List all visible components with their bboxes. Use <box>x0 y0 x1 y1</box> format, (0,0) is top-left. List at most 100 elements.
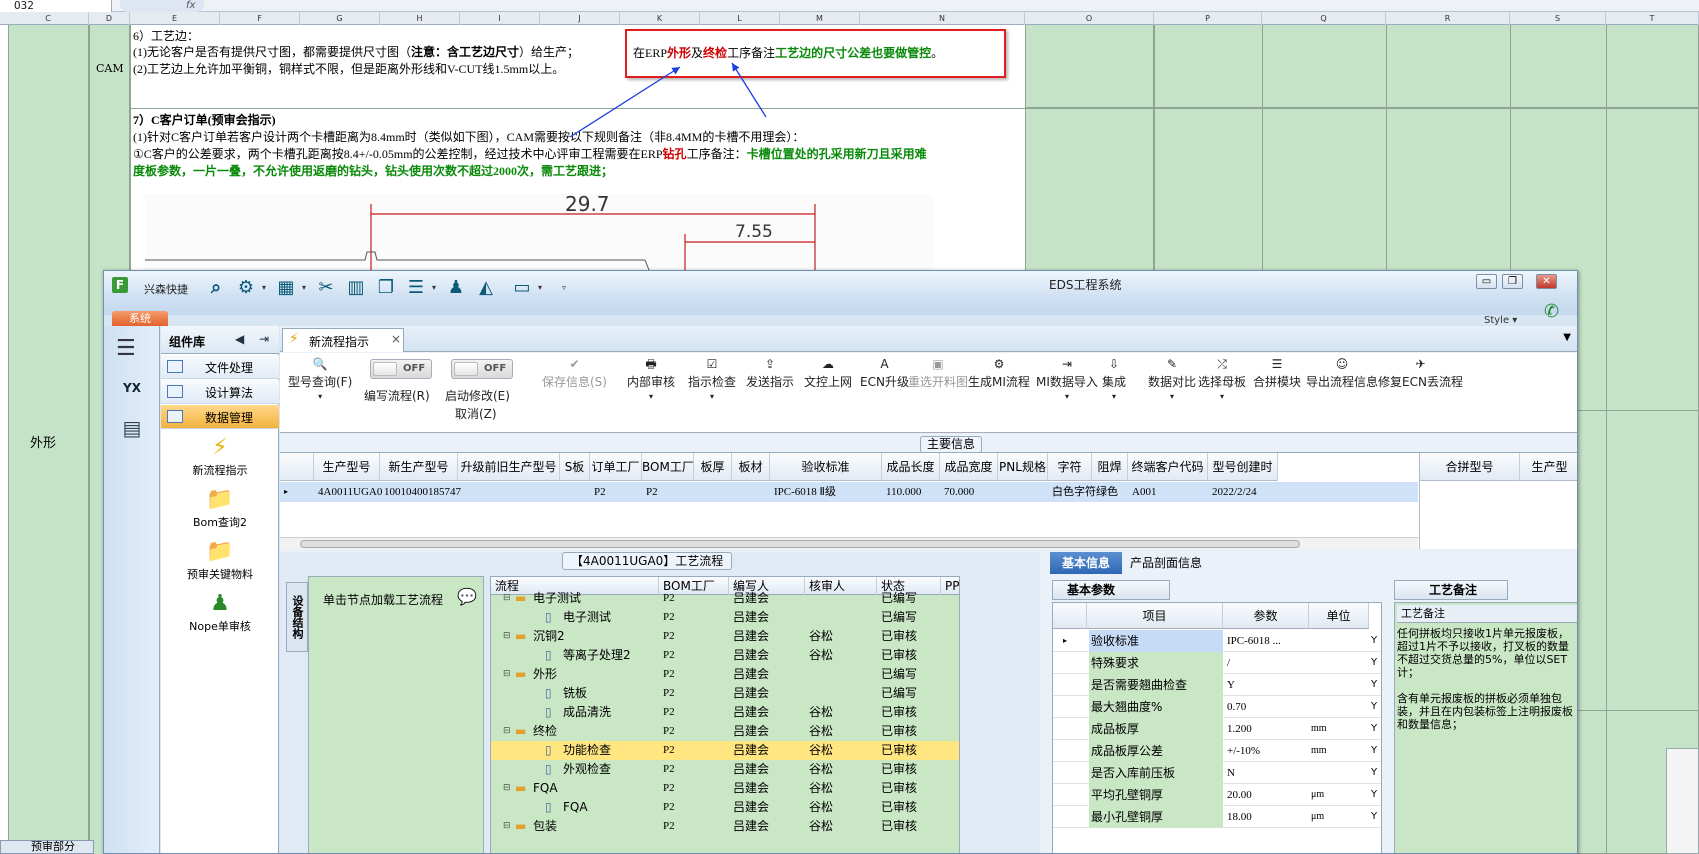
grid-cell[interactable]: 2022/2/24 <box>1208 482 1278 502</box>
search-icon[interactable]: ⌕ <box>204 277 228 299</box>
param-value[interactable]: / <box>1225 652 1305 674</box>
factory-logo-icon[interactable]: YX <box>116 372 148 404</box>
customize-icon[interactable]: ▿ <box>562 283 566 292</box>
column-letter[interactable]: O <box>1025 12 1154 25</box>
param-column-header[interactable]: 单位 <box>1309 603 1369 629</box>
toggle-switch[interactable]: OFF <box>451 359 513 379</box>
calculator-icon[interactable]: ▤ <box>116 412 148 444</box>
ribbon-button[interactable]: ⇥ MI数据导入 ▾ <box>1036 357 1098 401</box>
expand-toggle-icon[interactable]: ⊟ <box>503 722 511 741</box>
column-letter[interactable]: N <box>860 12 1025 25</box>
grid-column-header[interactable]: 终端客户代码 <box>1128 453 1208 481</box>
expand-toggle-icon[interactable]: ⊟ <box>503 817 511 836</box>
component-item-file[interactable]: 文件处理 <box>161 355 279 379</box>
param-value[interactable]: 20.00 <box>1225 784 1305 806</box>
grid-column-header[interactable]: 成品长度 <box>882 453 940 481</box>
grid-column-header[interactable]: 成品宽度 <box>940 453 998 481</box>
user-icon[interactable]: ♟ <box>444 277 468 299</box>
grid-column-header[interactable]: 订单工厂 <box>590 453 642 481</box>
ribbon-button[interactable]: ☁ 文控上网 <box>804 357 852 390</box>
grid-column-header[interactable]: 生产型 <box>1520 453 1577 481</box>
param-value[interactable]: 0.70 <box>1225 696 1305 718</box>
tree-row[interactable]: ⊟ ▬ 外形 P2 吕建会 已编写 <box>491 665 959 684</box>
chevron-down-icon[interactable]: ▾ <box>1036 392 1098 401</box>
param-column-header[interactable]: 参数 <box>1223 603 1309 629</box>
expand-toggle-icon[interactable]: ⊟ <box>503 665 511 684</box>
param-value[interactable]: N <box>1225 762 1305 784</box>
grid-cell[interactable] <box>694 482 732 502</box>
scissors-icon[interactable]: ✂ <box>314 277 338 299</box>
grid-column-header[interactable]: 新生产型号 <box>380 453 458 481</box>
chevron-down-icon[interactable]: ▾ <box>302 283 306 292</box>
param-row[interactable]: 是否入库前压板 N Y <box>1053 762 1381 784</box>
chevron-down-icon[interactable]: ▾ <box>688 392 736 401</box>
grid-icon[interactable]: ▦ <box>274 277 298 299</box>
param-row[interactable]: ▸ 验收标准 IPC-6018 ... Y <box>1053 630 1381 652</box>
grid-cell[interactable]: 绿色 <box>1092 482 1128 502</box>
chevron-down-icon[interactable]: ▾ <box>1198 392 1246 401</box>
tree-row[interactable]: ▯ FQA P2 吕建会 谷松 已审核 <box>491 798 959 817</box>
grid-cell[interactable] <box>560 482 590 502</box>
grid-cell[interactable]: 10010400185747 <box>380 482 461 502</box>
film-icon[interactable]: ▥ <box>344 277 368 299</box>
param-column-header[interactable]: 项目 <box>1087 603 1223 629</box>
close-icon[interactable]: × <box>391 332 401 346</box>
column-letter[interactable]: M <box>780 12 860 25</box>
ribbon-button[interactable]: ⚙ 生成MI流程 <box>968 357 1030 390</box>
restore-button[interactable]: ❐ <box>1502 274 1523 289</box>
ribbon-button[interactable]: ☑ 指示检查 ▾ <box>688 357 736 401</box>
param-value[interactable]: Y <box>1225 674 1305 696</box>
column-letter[interactable]: F <box>220 12 300 25</box>
grid-column-header[interactable]: 升级前旧生产型号 <box>458 453 560 481</box>
column-letter[interactable]: Q <box>1262 12 1386 25</box>
grid-cell[interactable] <box>732 482 770 502</box>
param-row[interactable]: 成品板厚公差 +/-10% mm Y <box>1053 740 1381 762</box>
chevron-down-icon[interactable]: ▾ <box>262 283 266 292</box>
param-value[interactable]: 18.00 <box>1225 806 1305 828</box>
column-letter[interactable]: C <box>8 12 89 25</box>
grid-column-header[interactable]: 型号创建时 <box>1208 453 1278 481</box>
tab-profile-info[interactable]: 产品剖面信息 <box>1130 552 1202 574</box>
tool-new-process[interactable]: ⚡ 新流程指示 <box>161 434 279 478</box>
column-letter[interactable]: J <box>540 12 620 25</box>
style-menu[interactable]: Style ▾ <box>1484 315 1517 326</box>
tab-equipment-structure[interactable]: 设备结构 <box>286 582 308 652</box>
tree-row[interactable]: ⊟ ▬ 电子测试 P2 吕建会 已编写 <box>491 589 959 608</box>
tool-key-material[interactable]: 📁 预审关键物料 <box>161 538 279 582</box>
expand-toggle-icon[interactable]: ⊟ <box>503 627 511 646</box>
grid-cell[interactable]: 110.000 <box>882 482 940 502</box>
chevron-down-icon[interactable]: ▼ <box>1563 332 1571 343</box>
toggle-knob[interactable] <box>373 362 397 376</box>
ribbon-button[interactable]: ☰ 合拼模块 <box>1253 357 1301 390</box>
ribbon-button[interactable]: 🖶 内部审核 ▾ <box>627 357 675 401</box>
column-letter[interactable]: E <box>130 12 220 25</box>
toggle-knob[interactable] <box>454 362 478 376</box>
expand-toggle-icon[interactable]: ⊟ <box>503 779 511 798</box>
chevron-down-icon[interactable]: ▾ <box>288 392 352 401</box>
remarks-text[interactable]: 任何拼板均只接收1片单元报废板，超过1片不予以接收，打叉板的数量不超过交货总量的… <box>1397 627 1577 731</box>
ribbon-button[interactable]: ✈ 修复ECN丢流程 <box>1378 357 1463 390</box>
tree-row[interactable]: ▯ 铣板 P2 吕建会 已编写 <box>491 684 959 703</box>
grid-column-header[interactable]: 板厚 <box>694 453 732 481</box>
grid-column-header[interactable]: 合拼型号 <box>1420 453 1520 481</box>
param-row[interactable]: 特殊要求 / Y <box>1053 652 1381 674</box>
tab-basic-info[interactable]: 基本信息 <box>1050 552 1122 574</box>
param-row[interactable]: 成品板厚 1.200 mm Y <box>1053 718 1381 740</box>
grid-cell[interactable]: IPC-6018 Ⅱ级 <box>770 482 882 502</box>
tree-row[interactable]: ▯ 外观检查 P2 吕建会 谷松 已审核 <box>491 760 959 779</box>
collapse-icon[interactable]: ◀ <box>235 332 244 346</box>
param-value[interactable]: 1.200 <box>1225 718 1305 740</box>
grid-cell[interactable] <box>458 482 560 502</box>
ribbon-button[interactable]: A ECN升级 <box>860 357 909 390</box>
param-row[interactable]: 最小孔壁铜厚 18.00 μm Y <box>1053 806 1381 828</box>
monitor-icon[interactable]: ▭ <box>510 277 534 299</box>
phone-icon[interactable]: ✆ <box>1544 301 1559 322</box>
ribbon-button[interactable]: ✎ 数据对比 ▾ <box>1148 357 1196 401</box>
column-letter[interactable]: T <box>1606 12 1699 25</box>
close-button[interactable]: ✕ <box>1536 274 1557 289</box>
tree-row[interactable]: ⊟ ▬ 包装 P2 吕建会 谷松 已审核 <box>491 817 959 836</box>
param-row[interactable]: 是否需要翘曲检查 Y Y <box>1053 674 1381 696</box>
column-letter[interactable]: P <box>1154 12 1262 25</box>
gear-icon[interactable]: ⚙ <box>234 277 258 299</box>
tool-nope-review[interactable]: ♟ Nope单审核 <box>161 590 279 634</box>
